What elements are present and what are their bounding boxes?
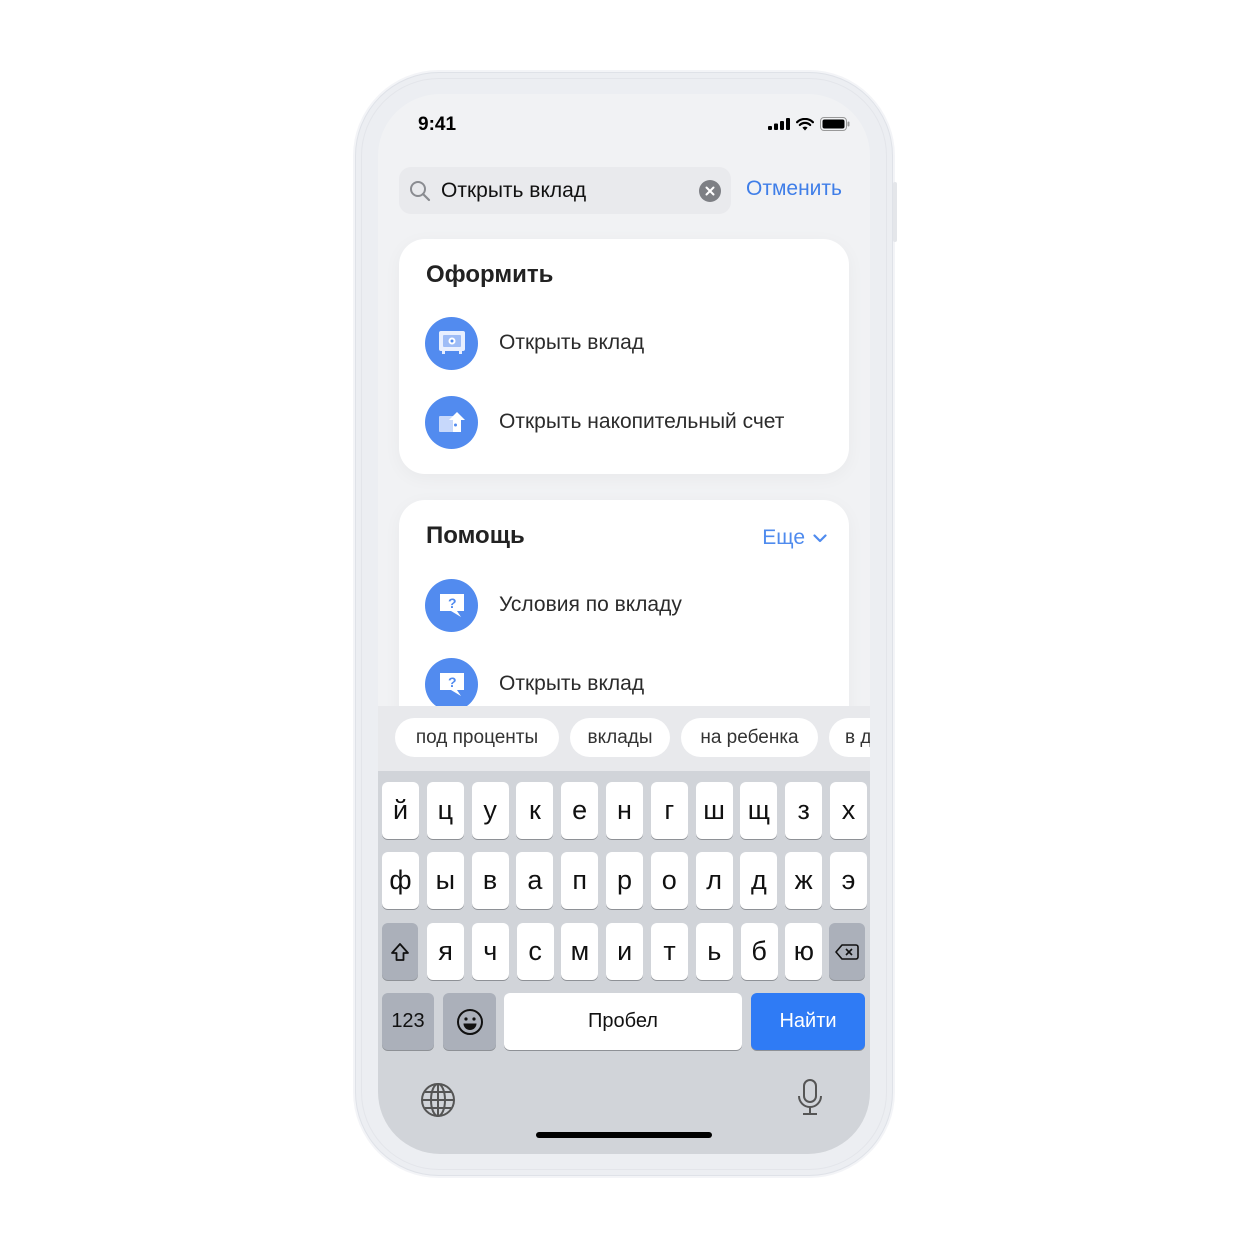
suggestion-chip[interactable]: вклады (570, 718, 670, 757)
backspace-icon (835, 943, 859, 960)
list-item-open-savings-account[interactable]: Открыть накопительный счет (425, 395, 835, 449)
list-item-open-deposit[interactable]: Открыть вклад (425, 316, 835, 370)
letter-key[interactable]: ч (471, 923, 509, 980)
letter-key[interactable]: я (427, 923, 464, 980)
letter-key[interactable]: а (516, 852, 554, 909)
emoji-key[interactable] (443, 993, 496, 1050)
letter-key[interactable]: о (650, 852, 688, 909)
numbers-key[interactable]: 123 (382, 993, 434, 1050)
letter-key[interactable]: р (606, 852, 643, 909)
section-title: Оформить (426, 261, 554, 288)
svg-text:?: ? (448, 674, 457, 690)
list-item-label: Условия по вкладу (499, 593, 682, 616)
letter-key[interactable]: й (382, 782, 419, 839)
letter-key[interactable]: у (471, 782, 509, 839)
cancel-button[interactable]: Отменить (746, 177, 842, 201)
list-item-label: Открыть вклад (499, 331, 645, 354)
suggestion-chip[interactable]: под проценты (395, 718, 559, 757)
chevron-down-icon (813, 533, 827, 542)
more-button[interactable]: Еще (762, 526, 827, 550)
letter-key[interactable]: ы (426, 852, 464, 909)
letter-key[interactable]: в (471, 852, 509, 909)
wifi-icon (796, 117, 814, 130)
status-time: 9:41 (418, 114, 457, 135)
signal-icon (768, 118, 790, 130)
clear-search-button[interactable] (699, 180, 721, 202)
svg-text:?: ? (448, 595, 457, 611)
letter-key[interactable]: с (516, 923, 554, 980)
close-icon (705, 186, 715, 196)
list-item-help-open-deposit[interactable]: ? Открыть вклад (425, 657, 835, 711)
space-key[interactable]: Пробел (504, 993, 742, 1050)
screen: 9:41 Открыть вклад Отменить Оформить Отк… (378, 94, 870, 1154)
side-button (893, 182, 897, 242)
letter-key[interactable]: б (740, 923, 778, 980)
more-label: Еще (762, 526, 805, 549)
letter-key[interactable]: э (830, 852, 867, 909)
home-indicator[interactable] (536, 1132, 712, 1138)
status-icons (768, 117, 850, 131)
letter-key[interactable]: щ (740, 782, 778, 839)
letter-key[interactable]: г (650, 782, 688, 839)
letter-key[interactable]: ц (426, 782, 464, 839)
phone-frame: 9:41 Открыть вклад Отменить Оформить Отк… (355, 72, 897, 1176)
keyboard: под проценты вклады на ребенка в д йцуке… (378, 706, 870, 1154)
section-card-oformit: Оформить Открыть вклад Открыть накопител… (399, 239, 849, 474)
section-title: Помощь (426, 522, 525, 549)
letter-key[interactable]: и (606, 923, 644, 980)
safe-icon (425, 316, 478, 370)
letter-key[interactable]: ю (785, 923, 823, 980)
shift-key[interactable] (382, 923, 418, 980)
search-icon (410, 181, 431, 202)
letter-key[interactable]: з (785, 782, 823, 839)
help-chat-icon: ? (425, 657, 478, 711)
list-item-label: Открыть накопительный счет (499, 410, 785, 433)
letter-key[interactable]: м (561, 923, 599, 980)
letter-key[interactable]: т (651, 923, 688, 980)
emoji-icon (456, 1008, 483, 1035)
letter-key[interactable]: н (606, 782, 643, 839)
shift-icon (391, 942, 409, 961)
savings-account-icon (425, 395, 478, 449)
list-item-deposit-terms[interactable]: ? Условия по вкладу (425, 578, 835, 632)
search-input[interactable]: Открыть вклад (399, 167, 731, 214)
globe-icon[interactable] (420, 1082, 456, 1118)
letter-key[interactable]: ж (785, 852, 823, 909)
suggestion-chip[interactable]: на ребенка (681, 718, 818, 757)
letter-key[interactable]: к (516, 782, 554, 839)
search-row: Открыть вклад Отменить (399, 167, 851, 215)
list-item-label: Открыть вклад (499, 672, 645, 695)
letter-key[interactable]: ш (695, 782, 733, 839)
search-go-key[interactable]: Найти (751, 993, 865, 1050)
microphone-icon[interactable] (796, 1078, 824, 1118)
suggestion-bar: под проценты вклады на ребенка в д (378, 706, 870, 771)
letter-key[interactable]: е (561, 782, 599, 839)
help-chat-icon: ? (425, 578, 478, 632)
search-value: Открыть вклад (441, 179, 587, 202)
letter-key[interactable]: п (561, 852, 599, 909)
letter-key[interactable]: ь (695, 923, 733, 980)
battery-icon (820, 117, 850, 131)
status-bar: 9:41 (378, 94, 870, 154)
suggestion-chip[interactable]: в д (829, 718, 870, 757)
letter-key[interactable]: д (740, 852, 778, 909)
letter-key[interactable]: х (830, 782, 867, 839)
backspace-key[interactable] (829, 923, 865, 980)
letter-key[interactable]: ф (382, 852, 419, 909)
letter-key[interactable]: л (695, 852, 733, 909)
